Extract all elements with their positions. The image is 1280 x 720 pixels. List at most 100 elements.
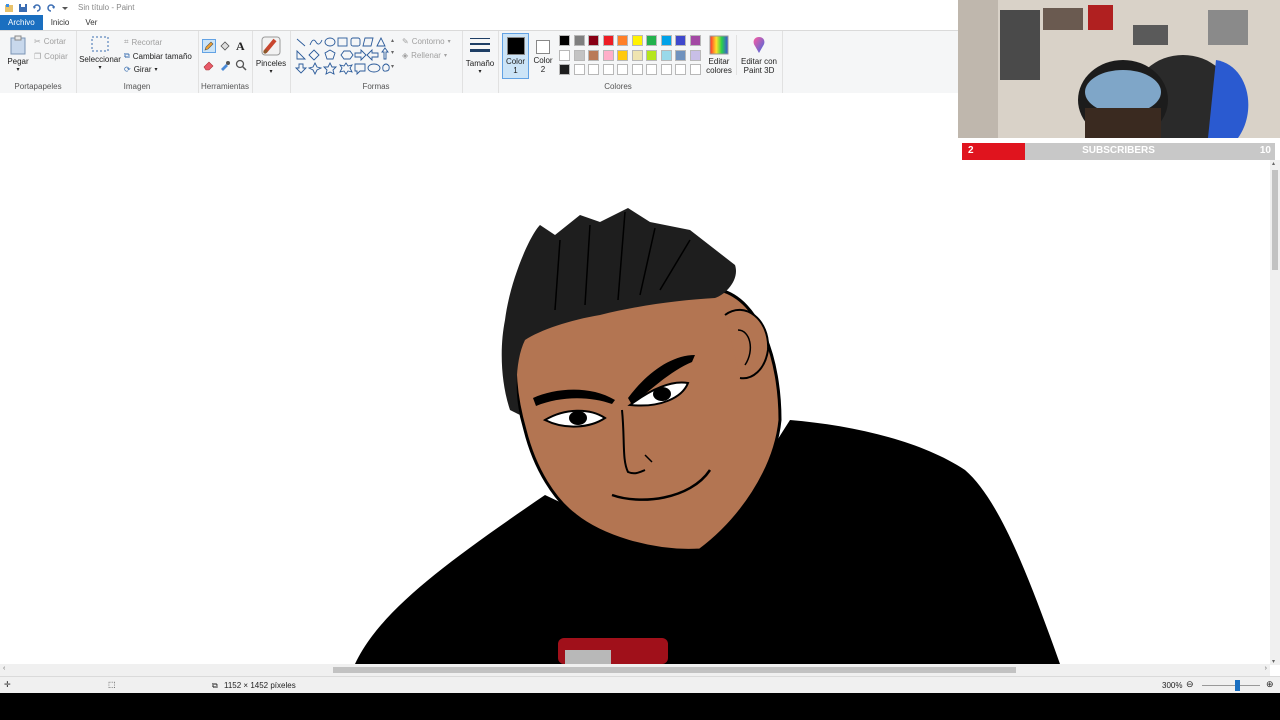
shapes-group: ▴ ▾ ▾ ✎ Contorno ▾ ◈ Rellenar ▾ Formas [290,31,463,93]
tab-inicio[interactable]: Inicio [43,15,78,30]
palette-swatch[interactable] [559,49,570,61]
palette-swatch[interactable] [675,49,686,61]
shapes-icons [294,36,390,76]
size-group: Tamaño ▾ [462,31,499,93]
outline-button[interactable]: ✎ Contorno ▾ [402,37,451,46]
crop-icon: ⌗ [124,37,129,46]
subscriber-goal-bar: 2 SUBSCRIBERS 10 [962,143,1275,160]
palette-swatch[interactable] [646,35,657,46]
tab-archivo[interactable]: Archivo [0,15,43,30]
palette-swatch[interactable] [689,35,701,46]
subscriber-goal: 10 [1259,145,1271,156]
colors-group: Color 1 Color 2 Editar colores Editar co… [498,31,783,93]
paint3d-label-line1: Editar con [740,57,778,66]
brushes-button[interactable]: Pinceles ▾ [254,35,288,75]
paste-label: Pegar [7,57,29,66]
color1-button[interactable]: Color 1 [502,33,529,79]
scroll-right-icon[interactable]: › [1265,665,1267,672]
palette-swatch[interactable] [588,35,599,46]
palette-swatch[interactable] [602,35,614,46]
palette-swatch[interactable] [631,64,643,75]
color-picker-icon[interactable] [219,59,231,73]
cut-label: Cortar [43,37,66,46]
fill-bucket-icon[interactable] [219,40,231,54]
zoom-level: 300% [1162,681,1183,690]
text-tool-icon[interactable]: A [236,39,245,54]
eraser-icon[interactable] [203,59,215,73]
clipboard-group: Pegar ▾ ✂ Cortar ❐ Copiar Portapapeles [0,31,77,93]
customize-quick-access-icon[interactable] [60,3,70,13]
subscriber-label: SUBSCRIBERS [1082,145,1155,156]
shapes-more-icon[interactable]: ▾ [391,63,394,70]
vertical-scroll-thumb[interactable] [1272,170,1278,270]
palette-swatch[interactable] [689,49,701,61]
zoom-slider[interactable] [1202,685,1260,686]
palette-swatch[interactable] [617,35,628,46]
horizontal-scrollbar[interactable]: ‹ › [0,664,1270,676]
save-icon[interactable] [18,3,28,13]
magnifier-icon[interactable] [235,59,247,73]
resize-button[interactable]: ⧉ Cambiar tamaño [124,51,192,61]
paint-app-icon [4,3,14,13]
undo-icon[interactable] [32,3,42,13]
shapes-gallery[interactable] [294,36,390,76]
crop-button[interactable]: ⌗ Recortar [124,37,162,47]
fill-button[interactable]: ◈ Rellenar ▾ [402,51,447,60]
color2-label: Color [533,56,553,65]
color2-swatch [536,40,550,54]
edit-colors-button[interactable]: Editar colores [704,35,734,75]
palette-swatch[interactable] [602,64,614,75]
palette-swatch[interactable] [631,35,643,46]
scroll-left-icon[interactable]: ‹ [3,665,5,672]
palette-swatch[interactable] [573,35,585,46]
palette-swatch[interactable] [646,64,657,75]
palette-swatch[interactable] [617,64,628,75]
redo-icon[interactable] [46,3,56,13]
palette-swatch[interactable] [573,64,585,75]
size-button[interactable]: Tamaño ▾ [464,35,496,75]
zoom-slider-thumb[interactable] [1235,680,1240,691]
paste-button[interactable]: Pegar ▾ [6,35,30,73]
zoom-out-icon[interactable]: ⊖ [1186,679,1194,690]
palette-swatch[interactable] [660,35,672,46]
tools-group: A Herramientas [198,31,253,93]
palette-swatch[interactable] [660,64,672,75]
shapes-scroll-down-icon[interactable]: ▾ [391,49,394,56]
palette-swatch[interactable] [617,49,628,61]
palette-swatch[interactable] [573,49,585,61]
pencil-icon[interactable] [202,39,216,53]
palette-swatch[interactable] [660,49,672,61]
copy-label: Copiar [44,52,68,61]
copy-button[interactable]: ❐ Copiar [34,52,68,61]
palette-swatch[interactable] [675,64,686,75]
scroll-up-icon[interactable]: ▴ [1272,160,1275,167]
tab-ver[interactable]: Ver [77,15,105,30]
cut-button[interactable]: ✂ Cortar [34,37,66,46]
shapes-scroll-up-icon[interactable]: ▴ [391,37,394,44]
palette-swatch[interactable] [631,49,643,61]
palette-swatch[interactable] [559,35,570,46]
palette-swatch[interactable] [675,35,686,46]
color2-button[interactable]: Color 2 [531,33,555,79]
select-button[interactable]: Seleccionar ▾ [79,35,121,71]
palette-swatch[interactable] [588,49,599,61]
edit-with-paint3d-button[interactable]: Editar con Paint 3D [736,35,781,75]
palette-swatch[interactable] [588,64,599,75]
palette-swatch[interactable] [689,64,701,75]
rotate-button[interactable]: ⟳ Girar ▾ [124,65,158,74]
fill-label: Rellenar [411,51,441,60]
resize-label: Cambiar tamaño [132,51,192,61]
zoom-in-icon[interactable]: ⊕ [1266,679,1274,690]
horizontal-scroll-thumb[interactable] [333,667,1016,673]
scroll-down-icon[interactable]: ▾ [1272,658,1275,665]
palette-swatch[interactable] [602,49,614,61]
drawing-canvas[interactable] [0,93,1270,664]
status-bar: ✛ ⬚ ⧉ 1152 × 1452 píxeles 300% ⊖ ⊕ [0,676,1280,694]
vertical-scrollbar[interactable]: ▴ ▾ [1270,160,1280,665]
palette-swatch[interactable] [646,49,657,61]
webcam-feed [958,0,1280,138]
palette-swatch[interactable] [559,64,570,75]
webcam-overlay [958,0,1280,138]
brush-icon [261,36,281,56]
paint3d-icon [753,37,765,53]
